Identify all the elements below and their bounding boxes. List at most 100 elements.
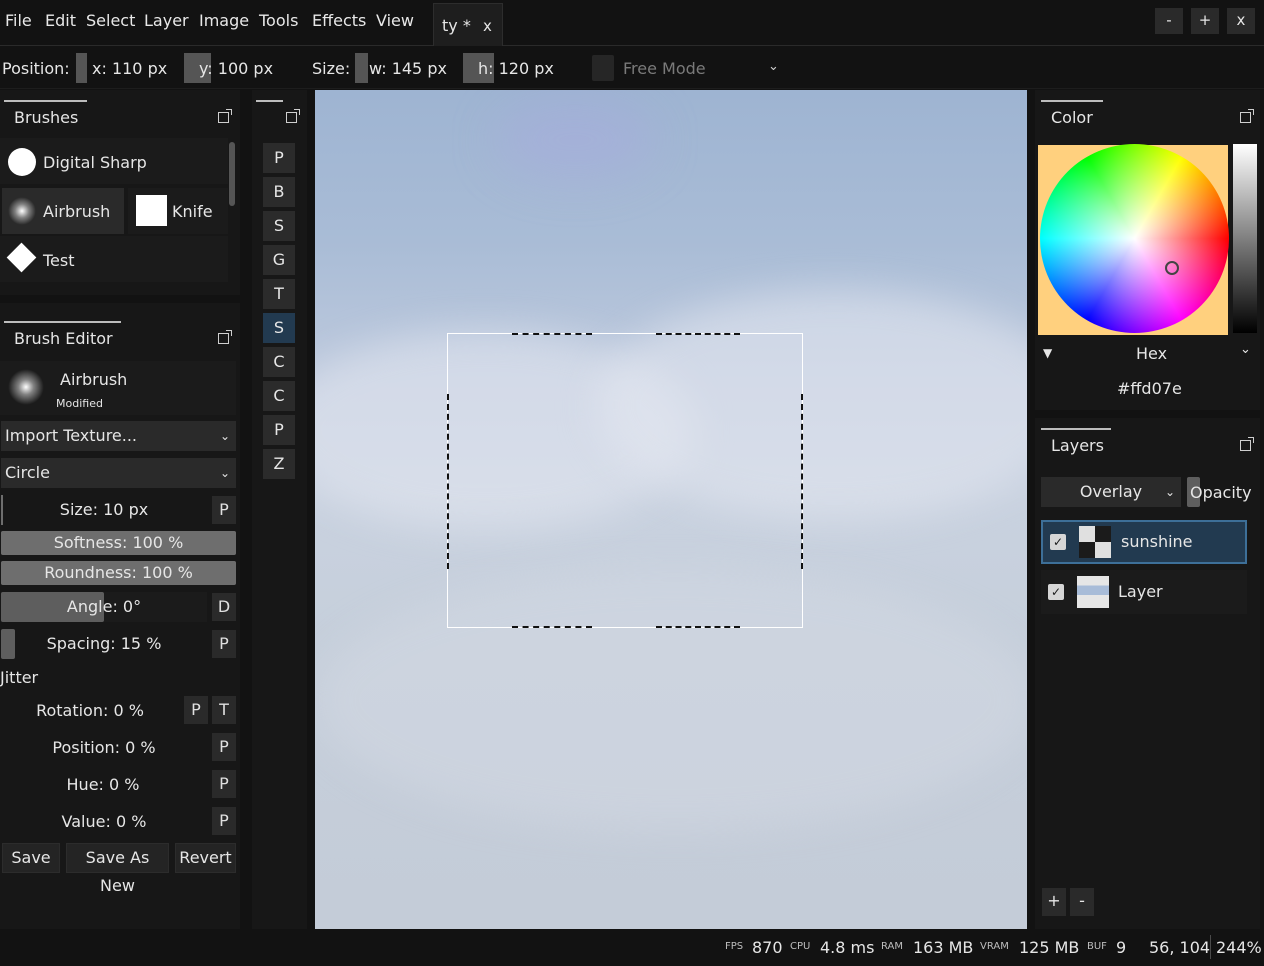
undock-icon[interactable] <box>1240 109 1254 123</box>
vram-label: VRAM <box>980 941 1009 952</box>
layer-visibility-checkbox[interactable]: ✓ <box>1050 534 1066 550</box>
layer-row-sunshine[interactable]: ✓ sunshine <box>1041 520 1247 564</box>
layers-title: Layers <box>1051 436 1104 455</box>
undock-icon[interactable] <box>218 109 232 123</box>
zoom-level[interactable]: 244% <box>1216 938 1262 957</box>
current-brush-name: Airbrush <box>60 370 128 389</box>
spacing-pressure-button[interactable]: P <box>212 630 236 658</box>
menu-edit[interactable]: Edit <box>45 11 76 30</box>
fps-value: 870 <box>752 938 783 957</box>
brush-item-knife[interactable]: Knife <box>128 188 228 234</box>
hue-jitter-value[interactable]: Hue: 0 % <box>0 775 206 794</box>
chevron-down-icon: ⌄ <box>219 466 230 480</box>
jitter-label: Jitter <box>0 668 39 687</box>
position-jitter-value[interactable]: Position: 0 % <box>0 738 208 757</box>
menu-layer[interactable]: Layer <box>144 11 189 30</box>
undock-icon[interactable] <box>286 109 300 123</box>
document-tab-close-button[interactable]: x <box>483 17 492 35</box>
menu-file[interactable]: File <box>5 11 32 30</box>
width-spinbox-handle[interactable] <box>355 53 368 83</box>
revert-button[interactable]: Revert <box>175 843 236 873</box>
save-button[interactable]: Save <box>2 843 60 873</box>
value-slider[interactable] <box>1233 144 1257 333</box>
x-spinbox-handle[interactable] <box>76 53 87 83</box>
menu-view[interactable]: View <box>376 11 414 30</box>
tool-text[interactable]: T <box>263 279 295 309</box>
tool-zoom[interactable]: Z <box>263 449 295 479</box>
size-slider[interactable]: Size: 10 px <box>1 495 207 525</box>
close-window-button[interactable]: x <box>1227 8 1255 34</box>
chevron-down-icon[interactable]: ⌄ <box>1240 342 1251 357</box>
menu-effects[interactable]: Effects <box>312 11 366 30</box>
brush-item-digital-sharp[interactable]: Digital Sharp <box>0 138 228 184</box>
maximize-button[interactable]: + <box>1191 8 1219 34</box>
color-wheel[interactable] <box>1040 144 1229 333</box>
brush-name: Airbrush <box>43 202 111 221</box>
value-jitter-value[interactable]: Value: 0 % <box>0 812 208 831</box>
tool-pencil[interactable]: P <box>263 143 295 173</box>
triangle-down-icon[interactable]: ▼ <box>1043 346 1052 360</box>
color-picker-handle[interactable] <box>1165 261 1179 275</box>
spacing-slider[interactable]: Spacing: 15 % <box>1 629 207 659</box>
rotation-pressure-button[interactable]: P <box>184 696 208 724</box>
brush-editor-panel: Brush Editor Airbrush Modified Import Te… <box>0 303 240 929</box>
save-as-new-button[interactable]: Save As New <box>66 843 169 895</box>
opacity-slider[interactable]: Opacity <box>1187 477 1252 507</box>
remove-layer-button[interactable]: - <box>1070 888 1094 916</box>
blend-mode-dropdown[interactable]: Overlay ⌄ <box>1041 477 1181 507</box>
chevron-down-icon[interactable]: ⌄ <box>768 59 779 74</box>
tool-color-picker[interactable]: C <box>263 381 295 411</box>
hue-pressure-button[interactable]: P <box>212 770 236 798</box>
layer-name: Layer <box>1118 582 1163 601</box>
softness-slider[interactable]: Softness: 100 % <box>1 531 236 555</box>
brush-item-test[interactable]: Test <box>0 236 228 282</box>
color-tab-indicator <box>1041 100 1103 102</box>
undock-icon[interactable] <box>1240 437 1254 451</box>
width-value: w: 145 px <box>369 59 447 78</box>
minimize-button[interactable]: - <box>1155 8 1183 34</box>
document-tab[interactable]: ty * x <box>433 3 503 46</box>
rotation-jitter-value[interactable]: Rotation: 0 % <box>0 701 180 720</box>
value-pressure-button[interactable]: P <box>212 807 236 835</box>
layer-thumbnail <box>1079 526 1111 558</box>
add-layer-button[interactable]: + <box>1042 888 1066 916</box>
brush-item-airbrush[interactable]: Airbrush <box>2 188 124 234</box>
tool-crop[interactable]: C <box>263 347 295 377</box>
import-texture-dropdown[interactable]: Import Texture... ⌄ <box>1 421 236 451</box>
color-mode-label[interactable]: Hex <box>1136 344 1167 363</box>
angle-slider[interactable]: Angle: 0° <box>1 592 207 622</box>
undock-icon[interactable] <box>218 330 232 344</box>
layer-thumbnail <box>1077 576 1109 608</box>
y-spinbox[interactable]: y: 100 px <box>184 53 274 83</box>
selection-rectangle[interactable] <box>447 333 803 628</box>
height-spinbox[interactable]: h: 120 px <box>463 53 558 83</box>
brushes-panel: Brushes Digital Sharp Airbrush Knife Tes… <box>0 90 240 295</box>
hex-value[interactable]: #ffd07e <box>1117 379 1182 398</box>
tool-pan[interactable]: P <box>263 415 295 445</box>
square-brush-icon <box>136 195 167 226</box>
brush-shape-dropdown[interactable]: Circle ⌄ <box>1 458 236 488</box>
roundness-slider[interactable]: Roundness: 100 % <box>1 561 236 585</box>
tool-smudge[interactable]: S <box>263 211 295 241</box>
tool-select[interactable]: S <box>263 313 295 343</box>
color-title: Color <box>1051 108 1093 127</box>
menu-select[interactable]: Select <box>86 11 135 30</box>
layer-row-layer[interactable]: ✓ Layer <box>1041 570 1247 614</box>
menu-tools[interactable]: Tools <box>259 11 298 30</box>
brush-name: Knife <box>172 202 213 221</box>
free-mode-checkbox[interactable] <box>592 55 614 81</box>
brushes-scrollbar[interactable] <box>229 142 235 206</box>
layers-panel: Layers Overlay ⌄ Opacity ✓ sunshine ✓ Lay… <box>1035 418 1260 929</box>
width-spinbox[interactable]: w: 145 px <box>355 53 450 83</box>
size-pressure-button[interactable]: P <box>212 496 236 524</box>
soft-brush-icon <box>8 369 44 405</box>
rotation-tilt-button[interactable]: T <box>212 696 236 724</box>
tool-brush[interactable]: B <box>263 177 295 207</box>
layer-visibility-checkbox[interactable]: ✓ <box>1048 584 1064 600</box>
menu-image[interactable]: Image <box>199 11 249 30</box>
x-spinbox[interactable]: x: 110 px <box>76 53 167 83</box>
image-canvas[interactable] <box>315 90 1027 929</box>
tool-gradient[interactable]: G <box>263 245 295 275</box>
position-pressure-button[interactable]: P <box>212 733 236 761</box>
angle-direction-button[interactable]: D <box>212 593 236 621</box>
